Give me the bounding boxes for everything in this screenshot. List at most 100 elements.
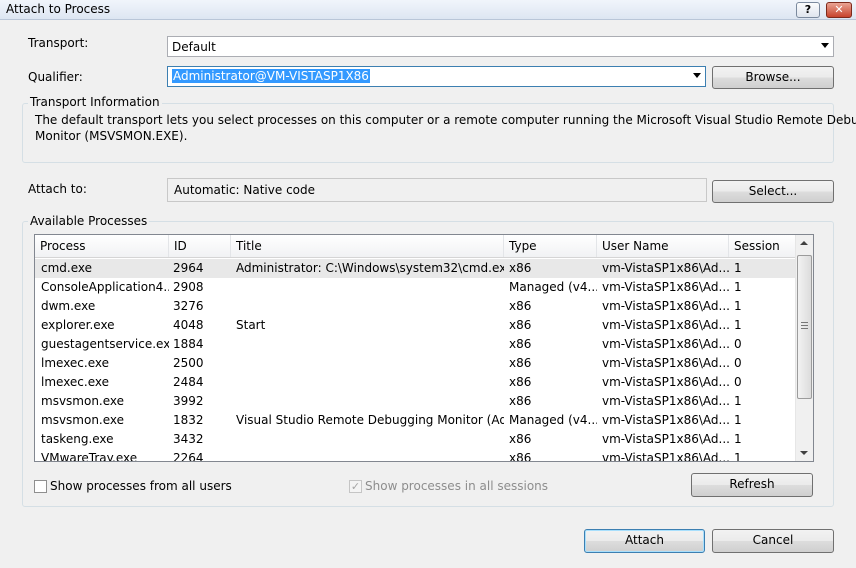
cell-type: x86 (509, 432, 532, 446)
cell-session: 1 (734, 451, 742, 462)
cell-user-name: vm-VistaSP1x86\Ad... (602, 375, 730, 389)
transport-info-title: Transport Information (28, 95, 162, 109)
cancel-button[interactable]: Cancel (712, 529, 834, 553)
cell-user-name: vm-VistaSP1x86\Ad... (602, 299, 730, 313)
vertical-scrollbar[interactable] (795, 235, 813, 461)
cell-user-name: vm-VistaSP1x86\Ad... (602, 451, 730, 462)
cell-id: 1832 (173, 413, 204, 427)
cell-process: msvsmon.exe (41, 413, 125, 427)
cell-id: 3992 (173, 394, 204, 408)
cell-type: Managed (v4.... (509, 413, 597, 427)
column-header-user-name[interactable]: User Name (597, 235, 729, 257)
transport-info-line2: Monitor (MSVSMON.EXE). (35, 129, 188, 143)
cell-user-name: vm-VistaSP1x86\Ad... (602, 318, 730, 332)
process-row[interactable]: guestagentservice.exe 1884 x86 vm-VistaSP1x… (35, 335, 795, 354)
cell-process: lmexec.exe (41, 356, 110, 370)
available-processes-title: Available Processes (28, 214, 150, 228)
refresh-button[interactable]: Refresh (691, 473, 813, 497)
cell-id: 2484 (173, 375, 204, 389)
window-title: Attach to Process (6, 2, 111, 16)
cell-title: Administrator: C:\Windows\system32\cmd.e… (236, 261, 504, 275)
process-list-header: Process ID Title Type User Name Session (35, 235, 795, 258)
process-row[interactable]: lmexec.exe 2484 x86 vm-VistaSP1x86\Ad... 0 (35, 373, 795, 392)
cell-process: VMwareTray.exe (41, 451, 138, 462)
show-all-sessions-label: Show processes in all sessions (365, 479, 549, 493)
cell-id: 2264 (173, 451, 204, 462)
qualifier-value: Administrator@VM-VISTASP1X86 (172, 69, 370, 83)
column-header-process[interactable]: Process (35, 235, 169, 257)
attach-to-label: Attach to: (28, 182, 87, 196)
process-row[interactable]: msvsmon.exe 3992 x86 vm-VistaSP1x86\Ad... 1 (35, 392, 795, 411)
cell-id: 1884 (173, 337, 204, 351)
cell-process: dwm.exe (41, 299, 96, 313)
cell-user-name: vm-VistaSP1x86\Ad... (602, 356, 730, 370)
process-row[interactable]: msvsmon.exe 1832 Visual Studio Remote Debu… (35, 411, 795, 430)
cell-process: lmexec.exe (41, 375, 110, 389)
cell-type: x86 (509, 375, 532, 389)
scrollbar-thumb[interactable] (797, 255, 812, 399)
process-row[interactable]: ConsoleApplication4... 2908 Managed (v4...… (35, 278, 795, 297)
cell-title: Visual Studio Remote Debugging Monitor (… (236, 413, 504, 427)
column-header-title[interactable]: Title (231, 235, 504, 257)
browse-button[interactable]: Browse... (712, 66, 834, 89)
cell-session: 0 (734, 337, 742, 351)
cell-user-name: vm-VistaSP1x86\Ad... (602, 337, 730, 351)
cell-type: x86 (509, 261, 532, 275)
process-row[interactable]: lmexec.exe 2500 x86 vm-VistaSP1x86\Ad... 0 (35, 354, 795, 373)
process-row[interactable]: dwm.exe 3276 x86 vm-VistaSP1x86\Ad... 1 (35, 297, 795, 316)
cell-session: 1 (734, 261, 742, 275)
process-row[interactable]: cmd.exe 2964 Administrator: C:\Windows\sys… (35, 259, 795, 278)
show-all-users-checkbox[interactable] (34, 480, 47, 493)
cell-type: x86 (509, 299, 532, 313)
attach-to-field: Automatic: Native code (167, 178, 707, 202)
qualifier-label: Qualifier: (28, 70, 83, 84)
chevron-down-icon (693, 73, 701, 78)
select-button[interactable]: Select... (712, 180, 834, 203)
cell-type: Managed (v4.... (509, 280, 597, 294)
attach-to-value: Automatic: Native code (174, 183, 316, 197)
cell-session: 1 (734, 318, 742, 332)
cell-user-name: vm-VistaSP1x86\Ad... (602, 280, 730, 294)
cell-id: 4048 (173, 318, 204, 332)
scroll-down-arrow-icon[interactable] (800, 451, 808, 455)
help-button[interactable]: ? (796, 2, 820, 18)
cell-type: x86 (509, 337, 532, 351)
cell-type: x86 (509, 318, 532, 332)
cell-id: 2908 (173, 280, 204, 294)
show-all-sessions-checkbox: ✓ (349, 480, 362, 493)
cell-process: ConsoleApplication4... (41, 280, 169, 294)
column-header-type[interactable]: Type (504, 235, 597, 257)
column-header-session[interactable]: Session (729, 235, 795, 257)
attach-button[interactable]: Attach (584, 529, 705, 553)
cell-process: msvsmon.exe (41, 394, 125, 408)
cell-session: 1 (734, 394, 742, 408)
cell-type: x86 (509, 356, 532, 370)
cell-id: 2964 (173, 261, 204, 275)
cell-session: 0 (734, 375, 742, 389)
cell-id: 3432 (173, 432, 204, 446)
cell-process: guestagentservice.exe (41, 337, 169, 351)
transport-info-line1: The default transport lets you select pr… (35, 113, 856, 127)
title-bar (0, 0, 856, 20)
cell-session: 0 (734, 356, 742, 370)
transport-value: Default (172, 40, 216, 54)
process-row[interactable]: VMwareTray.exe 2264 x86 vm-VistaSP1x86\Ad..… (35, 449, 795, 462)
cell-id: 2500 (173, 356, 204, 370)
cell-process: cmd.exe (41, 261, 93, 275)
process-list[interactable]: Process ID Title Type User Name Session … (34, 234, 814, 462)
chevron-down-icon (821, 43, 829, 48)
transport-dropdown[interactable]: Default (167, 36, 834, 57)
close-button[interactable]: ✕ (826, 2, 852, 18)
cell-session: 1 (734, 299, 742, 313)
cell-session: 1 (734, 280, 742, 294)
cell-session: 1 (734, 432, 742, 446)
column-header-id[interactable]: ID (169, 235, 231, 257)
show-all-users-label[interactable]: Show processes from all users (50, 479, 232, 493)
scroll-up-arrow-icon[interactable] (800, 241, 808, 245)
cell-user-name: vm-VistaSP1x86\Ad... (602, 261, 730, 275)
qualifier-input[interactable]: Administrator@VM-VISTASP1X86 (167, 66, 706, 87)
cell-id: 3276 (173, 299, 204, 313)
cell-user-name: vm-VistaSP1x86\Ad... (602, 432, 730, 446)
process-row[interactable]: explorer.exe 4048 Start x86 vm-VistaSP1x86\A… (35, 316, 795, 335)
process-row[interactable]: taskeng.exe 3432 x86 vm-VistaSP1x86\Ad... 1 (35, 430, 795, 449)
